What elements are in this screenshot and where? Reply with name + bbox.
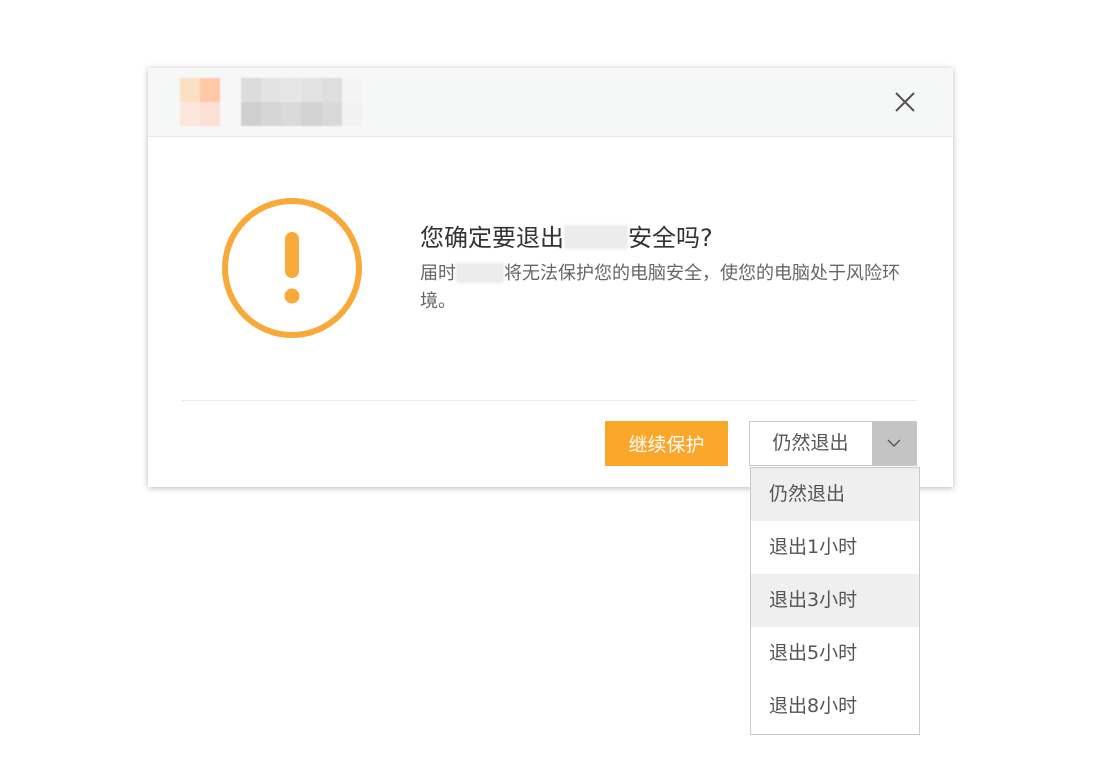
redacted-product-name — [564, 225, 628, 249]
message-title-part-2: 安全吗? — [628, 224, 713, 252]
exit-options-dropdown-toggle[interactable] — [872, 422, 916, 465]
message-body-part-1: 届时 — [420, 263, 456, 284]
exclamation-circle-icon — [220, 196, 364, 340]
message-title: 您确定要退出 安全吗? — [420, 218, 920, 258]
message-title-part-1: 您确定要退出 — [420, 224, 564, 252]
screen: 您确定要退出 安全吗? 届时 将无法保护您的电脑安全，使您的电脑处于风险环境。 继续… — [0, 0, 1112, 777]
close-icon — [895, 92, 915, 112]
chevron-down-icon — [887, 439, 901, 447]
menu-item-exit-8-hours[interactable]: 退出8小时 — [751, 680, 919, 733]
menu-item-exit-1-hour[interactable]: 退出1小时 — [751, 521, 919, 574]
menu-item-exit-anyway[interactable]: 仍然退出 — [751, 468, 919, 521]
footer-divider — [182, 400, 917, 401]
exit-split-button: 仍然退出 — [749, 421, 917, 466]
exit-anyway-button[interactable]: 仍然退出 — [750, 422, 871, 465]
menu-item-exit-3-hours[interactable]: 退出3小时 — [751, 574, 919, 627]
dialog-titlebar — [148, 68, 953, 137]
dialog-message: 您确定要退出 安全吗? 届时 将无法保护您的电脑安全，使您的电脑处于风险环境。 — [420, 218, 920, 316]
exit-options-menu: 仍然退出 退出1小时 退出3小时 退出5小时 退出8小时 — [750, 467, 920, 735]
close-button[interactable] — [890, 87, 920, 117]
app-logo-redacted — [180, 78, 362, 126]
message-body: 届时 将无法保护您的电脑安全，使您的电脑处于风险环境。 — [420, 260, 910, 316]
exit-confirm-dialog: 您确定要退出 安全吗? 届时 将无法保护您的电脑安全，使您的电脑处于风险环境。 继续… — [148, 68, 953, 487]
continue-protection-button[interactable]: 继续保护 — [605, 421, 728, 466]
redacted-product-name-body — [456, 262, 504, 283]
menu-item-exit-5-hours[interactable]: 退出5小时 — [751, 627, 919, 680]
